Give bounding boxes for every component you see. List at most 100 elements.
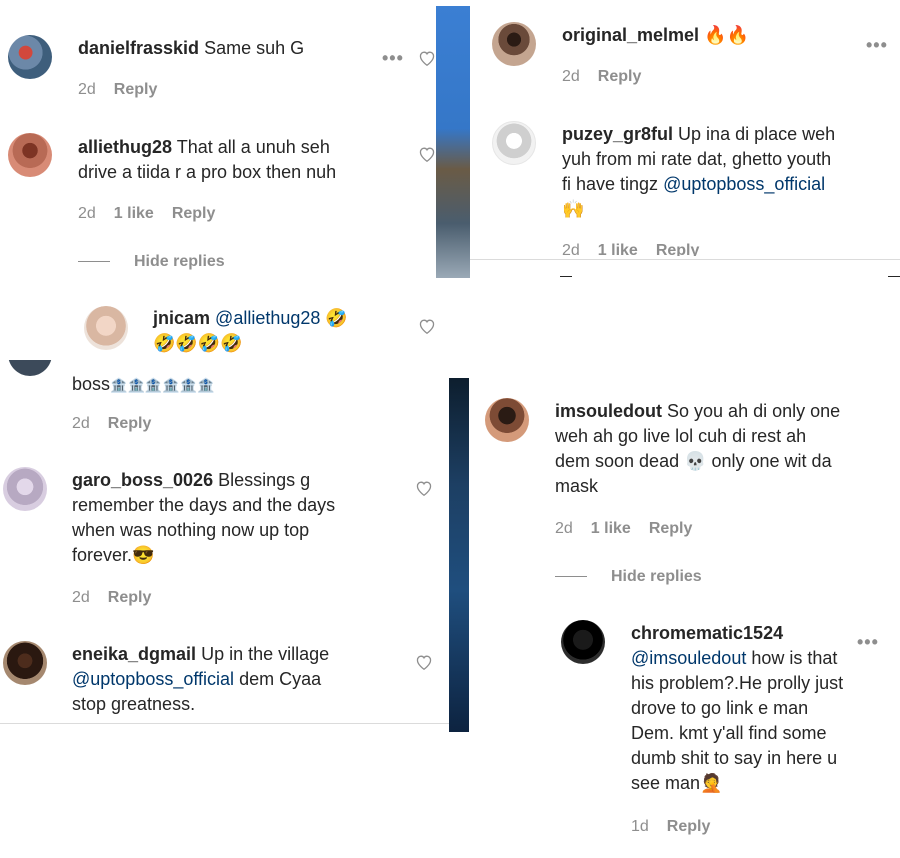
- reply-button[interactable]: Reply: [667, 818, 711, 835]
- comment-body-line: Dem. kmt y'all find some: [631, 723, 827, 743]
- heart-icon[interactable]: [415, 480, 433, 496]
- comment-body-line: yuh from mi rate dat, ghetto youth: [562, 149, 832, 169]
- emoji: 🙌: [562, 199, 585, 219]
- username[interactable]: garo_boss_0026: [72, 470, 213, 490]
- avatar[interactable]: [8, 133, 52, 177]
- divider-line: [78, 261, 110, 263]
- timestamp: 2d: [72, 589, 90, 606]
- reply-button[interactable]: Reply: [114, 81, 158, 98]
- top-left-comment-panel: danielfrasskid Same suh G ••• 2d Reply al…: [0, 0, 436, 358]
- comment-meta: 2d 1 like Reply: [78, 205, 233, 223]
- timestamp: 2d: [562, 242, 580, 256]
- bottom-left-comment-panel: boss🏦🏦🏦🏦🏦🏦 2d Reply garo_boss_0026 Blessi…: [0, 360, 449, 732]
- hide-replies-button[interactable]: Hide replies: [78, 253, 225, 271]
- timestamp: 2d: [72, 415, 90, 432]
- timestamp: 2d: [562, 68, 580, 85]
- comment-meta: 2d Reply: [562, 68, 659, 86]
- comment-body-line: So you ah di only one: [667, 401, 841, 421]
- avatar[interactable]: [492, 121, 536, 165]
- avatar[interactable]: [3, 641, 47, 685]
- like-count[interactable]: 1 like: [598, 242, 638, 256]
- comment-body-line: remember the days and the days: [72, 495, 336, 515]
- divider: [470, 259, 900, 260]
- comment-meta: 2d Reply: [72, 415, 169, 433]
- comment-body-line: see man🤦: [631, 773, 723, 793]
- comment-body-line: That all a unuh seh: [176, 137, 330, 157]
- reply-button[interactable]: Reply: [598, 68, 642, 85]
- like-count[interactable]: 1 like: [591, 520, 631, 537]
- heart-icon[interactable]: [415, 654, 433, 670]
- emoji: 🔥🔥: [704, 25, 749, 45]
- comment-body-line: his problem?.He prolly just: [631, 673, 844, 693]
- timestamp: 2d: [78, 205, 96, 222]
- comment-text: chromematic1524 @imsouledout how is that…: [631, 621, 886, 796]
- comment-text: danielfrasskid Same suh G: [78, 36, 418, 61]
- username[interactable]: chromematic1524: [631, 623, 783, 643]
- mention-link[interactable]: @uptopboss_official: [663, 174, 825, 194]
- divider: [0, 723, 449, 724]
- avatar[interactable]: [561, 620, 605, 664]
- username[interactable]: danielfrasskid: [78, 38, 199, 58]
- comment-body-line: Up in the village: [201, 644, 330, 664]
- bottom-right-comment-panel: imsouledout So you ah di only one weh ah…: [469, 380, 900, 858]
- comment-body: boss: [72, 374, 111, 394]
- more-options-icon[interactable]: •••: [857, 632, 879, 653]
- avatar[interactable]: [3, 467, 47, 511]
- comment-meta: 2d 1 like Reply: [555, 520, 710, 538]
- heart-icon[interactable]: [418, 146, 436, 162]
- comment-body-line: Blessings g: [218, 470, 311, 490]
- comment-body-line: dem soon dead 💀 only one wit da: [555, 451, 832, 471]
- avatar[interactable]: [8, 360, 52, 376]
- comment-meta: 1d Reply: [631, 818, 728, 836]
- username[interactable]: puzey_gr8ful: [562, 124, 673, 144]
- reply-button[interactable]: Reply: [172, 205, 216, 222]
- background-photo-strip-bottom: [449, 378, 469, 732]
- comment-body-line: dem Cyaa: [239, 669, 322, 689]
- avatar[interactable]: [84, 306, 128, 350]
- comment-body-line: mask: [555, 476, 599, 496]
- mention-link[interactable]: @imsouledout: [631, 648, 746, 668]
- divider-line: [555, 576, 587, 578]
- comment-body-line: dumb shit to say in here u: [631, 748, 838, 768]
- heart-icon[interactable]: [418, 50, 436, 66]
- avatar[interactable]: [485, 398, 529, 442]
- reply-button[interactable]: Reply: [656, 242, 700, 256]
- comment-body: Same suh G: [204, 38, 305, 58]
- reply-button[interactable]: Reply: [108, 589, 152, 606]
- avatar[interactable]: [492, 22, 536, 66]
- mention-link[interactable]: @uptopboss_official: [72, 669, 234, 689]
- divider: [888, 276, 900, 277]
- top-right-comment-panel: original_melmel 🔥🔥 ••• 2d Reply puzey_gr8…: [470, 0, 900, 278]
- username[interactable]: imsouledout: [555, 401, 662, 421]
- username[interactable]: jnicam: [153, 308, 210, 328]
- username[interactable]: alliethug28: [78, 137, 172, 157]
- reply-button[interactable]: Reply: [108, 415, 152, 432]
- comment-text: boss🏦🏦🏦🏦🏦🏦: [72, 372, 215, 398]
- mention-link[interactable]: @alliethug28: [215, 308, 320, 328]
- comment-text: imsouledout So you ah di only one weh ah…: [555, 399, 895, 499]
- comment-meta: 2d Reply: [72, 589, 169, 607]
- comment-text: original_melmel 🔥🔥: [562, 23, 749, 48]
- comment-body-line: drive a tiida r a pro box then nuh: [78, 162, 337, 182]
- timestamp: 2d: [555, 520, 573, 537]
- comment-text: jnicam @alliethug28 🤣 🤣🤣🤣🤣: [153, 306, 423, 356]
- timestamp: 1d: [631, 818, 649, 835]
- username[interactable]: original_melmel: [562, 25, 699, 45]
- username[interactable]: eneika_dgmail: [72, 644, 196, 664]
- heart-icon[interactable]: [418, 318, 436, 334]
- comment-body-line: fi have tingz: [562, 174, 659, 194]
- more-options-icon[interactable]: •••: [382, 48, 404, 69]
- like-count[interactable]: 1 like: [114, 205, 154, 222]
- avatar[interactable]: [8, 35, 52, 79]
- comment-body-line: Up ina di place weh: [678, 124, 836, 144]
- comment-meta: 2d Reply: [78, 81, 175, 99]
- comment-body-line: drove to go link e man: [631, 698, 809, 718]
- background-photo-strip-top: [436, 6, 470, 278]
- comment-text: garo_boss_0026 Blessings g remember the …: [72, 468, 432, 568]
- hide-replies-button[interactable]: Hide replies: [555, 568, 702, 586]
- comment-body-line: forever.😎: [72, 545, 155, 565]
- reply-button[interactable]: Reply: [649, 520, 693, 537]
- comment-body-line: when was nothing now up top: [72, 520, 310, 540]
- comment-text: eneika_dgmail Up in the village @uptopbo…: [72, 642, 432, 717]
- more-options-icon[interactable]: •••: [866, 35, 888, 56]
